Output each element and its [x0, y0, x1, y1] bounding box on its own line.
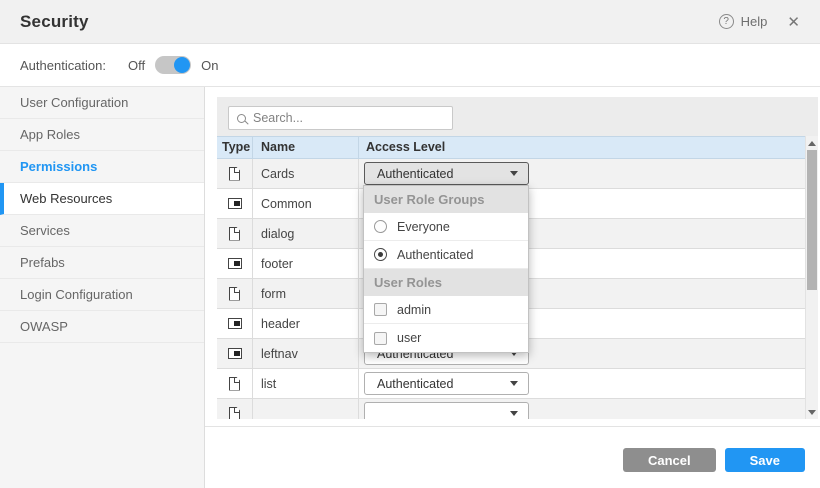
dropdown-group-header: User Roles: [364, 269, 528, 296]
sidebar-item-label: Web Resources: [20, 191, 112, 206]
dropdown-option[interactable]: Authenticated: [364, 241, 528, 269]
sidebar-item-user-configuration[interactable]: User Configuration: [0, 87, 204, 119]
resource-name: header: [253, 309, 359, 338]
dropdown-option[interactable]: admin: [364, 296, 528, 324]
sidebar-item-label: OWASP: [20, 319, 68, 334]
sidebar-item-label: Permissions: [20, 159, 97, 174]
sidebar-item-prefabs[interactable]: Prefabs: [0, 247, 204, 279]
authentication-label: Authentication:: [20, 58, 106, 73]
access-level-select[interactable]: Authenticated: [364, 162, 529, 185]
page-icon: [229, 167, 240, 181]
security-window: Security ? Help ✕ Authentication: Off On…: [0, 0, 820, 488]
resource-name: dialog: [253, 219, 359, 248]
sidebar: User Configuration App Roles Permissions…: [0, 87, 205, 488]
scroll-up-icon[interactable]: [806, 137, 818, 149]
sidebar-item-app-roles[interactable]: App Roles: [0, 119, 204, 151]
window-body: User Configuration App Roles Permissions…: [0, 87, 820, 488]
cancel-button[interactable]: Cancel: [623, 448, 716, 472]
toggle-off-label: Off: [128, 58, 145, 73]
access-level-select[interactable]: [364, 402, 529, 419]
scrollbar-thumb[interactable]: [807, 150, 817, 290]
sidebar-item-web-resources[interactable]: Web Resources: [0, 183, 204, 215]
access-level-dropdown-menu: User Role Groups Everyone Authenticated …: [363, 185, 529, 353]
sidebar-item-services[interactable]: Services: [0, 215, 204, 247]
dropdown-option[interactable]: user: [364, 324, 528, 352]
dropdown-option-label: Everyone: [397, 220, 450, 234]
access-level-value: Authenticated: [377, 377, 453, 391]
radio-icon: [374, 220, 387, 233]
column-header-type: Type: [217, 137, 253, 158]
partial-icon: [228, 258, 242, 269]
dropdown-group-header: User Role Groups: [364, 186, 528, 213]
footer-divider: [205, 426, 820, 427]
sidebar-item-label: User Configuration: [20, 95, 128, 110]
search-input[interactable]: Search...: [228, 106, 453, 130]
table-row: list Authenticated: [217, 369, 805, 399]
resource-name: form: [253, 279, 359, 308]
resource-name: list: [253, 369, 359, 398]
dropdown-option-label: user: [397, 331, 421, 345]
sidebar-item-login-configuration[interactable]: Login Configuration: [0, 279, 204, 311]
checkbox-icon: [374, 332, 387, 345]
page-icon: [229, 377, 240, 391]
scroll-down-icon[interactable]: [806, 406, 818, 418]
toggle-knob: [174, 57, 190, 73]
page-title: Security: [20, 12, 89, 32]
search-placeholder: Search...: [253, 111, 303, 125]
resource-name: Cards: [253, 159, 359, 188]
page-icon: [229, 407, 240, 420]
dropdown-option[interactable]: Everyone: [364, 213, 528, 241]
help-link[interactable]: Help: [741, 14, 768, 29]
chevron-down-icon: [510, 171, 518, 176]
partial-icon: [228, 348, 242, 359]
partial-icon: [228, 198, 242, 209]
partial-icon: [228, 318, 242, 329]
dropdown-option-label: Authenticated: [397, 248, 473, 262]
search-icon: [237, 114, 246, 123]
main-content: Search... Type Name Access Level Cards A…: [205, 87, 820, 488]
resource-name: leftnav: [253, 339, 359, 368]
column-header-access-level: Access Level: [359, 137, 805, 158]
page-icon: [229, 287, 240, 301]
save-button[interactable]: Save: [725, 448, 805, 472]
footer-actions: Cancel Save: [623, 448, 805, 472]
authentication-bar: Authentication: Off On: [0, 44, 820, 87]
radio-icon: [374, 248, 387, 261]
sidebar-item-owasp[interactable]: OWASP: [0, 311, 204, 343]
sidebar-item-label: Services: [20, 223, 70, 238]
resource-name: footer: [253, 249, 359, 278]
checkbox-icon: [374, 303, 387, 316]
access-level-value: Authenticated: [377, 167, 453, 181]
column-header-name: Name: [253, 137, 359, 158]
chevron-down-icon: [510, 381, 518, 386]
close-icon[interactable]: ✕: [787, 13, 800, 31]
dropdown-option-label: admin: [397, 303, 431, 317]
toggle-on-label: On: [201, 58, 218, 73]
title-bar: Security ? Help ✕: [0, 0, 820, 44]
resource-name: Common: [253, 189, 359, 218]
titlebar-actions: ? Help ✕: [719, 13, 800, 31]
help-icon[interactable]: ?: [719, 14, 734, 29]
sidebar-item-permissions[interactable]: Permissions: [0, 151, 204, 183]
chevron-down-icon: [510, 411, 518, 416]
sidebar-item-label: Prefabs: [20, 255, 65, 270]
sidebar-item-label: App Roles: [20, 127, 80, 142]
resource-name: [253, 399, 359, 419]
authentication-toggle[interactable]: [155, 56, 191, 74]
access-level-select[interactable]: Authenticated: [364, 372, 529, 395]
table-scrollbar[interactable]: [805, 136, 818, 419]
table-header: Type Name Access Level: [217, 136, 805, 159]
sidebar-item-label: Login Configuration: [20, 287, 133, 302]
table-row: [217, 399, 805, 419]
page-icon: [229, 227, 240, 241]
